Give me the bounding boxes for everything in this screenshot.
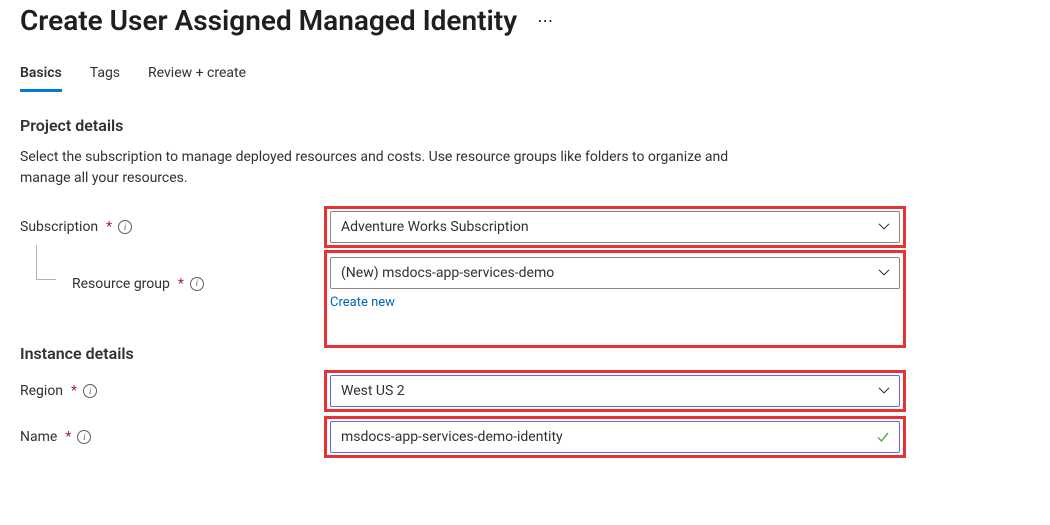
region-value: West US 2 — [341, 383, 405, 399]
project-details-heading: Project details — [20, 116, 1030, 135]
required-icon: * — [65, 429, 71, 445]
resource-group-value: (New) msdocs-app-services-demo — [341, 265, 554, 281]
instance-details-heading: Instance details — [20, 344, 1030, 363]
name-label: Name — [20, 429, 57, 445]
chevron-down-icon — [878, 266, 890, 278]
region-select[interactable]: West US 2 — [330, 375, 900, 407]
page-title: Create User Assigned Managed Identity — [20, 4, 517, 37]
info-icon[interactable] — [83, 384, 97, 398]
name-value: msdocs-app-services-demo-identity — [341, 429, 563, 445]
tab-review-create[interactable]: Review + create — [148, 65, 246, 92]
checkmark-icon — [876, 430, 890, 444]
subscription-value: Adventure Works Subscription — [341, 219, 529, 235]
project-details-description: Select the subscription to manage deploy… — [20, 147, 740, 189]
subscription-select[interactable]: Adventure Works Subscription — [330, 211, 900, 243]
info-icon[interactable] — [118, 220, 132, 234]
required-icon: * — [71, 383, 77, 399]
required-icon: * — [178, 276, 184, 292]
name-input[interactable]: msdocs-app-services-demo-identity — [330, 421, 900, 453]
tab-bar: Basics Tags Review + create — [20, 65, 1030, 92]
required-icon: * — [106, 219, 112, 235]
info-icon[interactable] — [190, 277, 204, 291]
tab-basics[interactable]: Basics — [20, 65, 62, 92]
chevron-down-icon — [878, 384, 890, 396]
ellipsis-icon[interactable]: ⋯ — [537, 11, 555, 30]
tab-tags[interactable]: Tags — [90, 65, 120, 92]
subscription-label: Subscription — [20, 219, 98, 235]
resource-group-select[interactable]: (New) msdocs-app-services-demo — [330, 257, 900, 289]
info-icon[interactable] — [77, 430, 91, 444]
chevron-down-icon — [878, 220, 890, 232]
region-label: Region — [20, 383, 63, 399]
create-new-link[interactable]: Create new — [330, 295, 395, 310]
tree-indent-icon — [20, 267, 66, 301]
resource-group-label: Resource group — [72, 276, 170, 292]
